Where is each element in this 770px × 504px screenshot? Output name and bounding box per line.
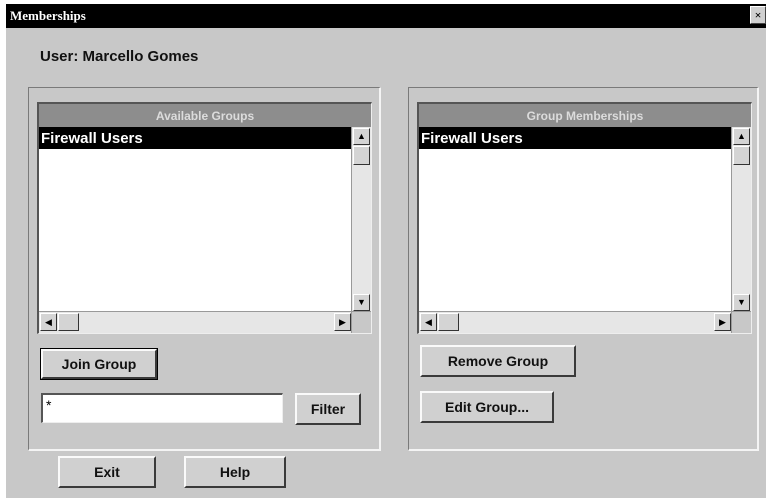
title-bar[interactable]: Memberships × <box>6 4 766 28</box>
horizontal-scrollbar[interactable]: ◀ ▶ <box>419 311 732 333</box>
filter-button[interactable]: Filter <box>295 393 361 425</box>
horizontal-scrollbar[interactable]: ◀ ▶ <box>39 311 352 333</box>
scroll-down-icon[interactable]: ▼ <box>733 294 750 311</box>
vertical-scrollbar[interactable]: ▲ ▼ <box>731 127 751 312</box>
list-item[interactable]: Firewall Users <box>39 127 352 149</box>
window-title: Memberships <box>10 8 86 23</box>
scroll-thumb[interactable] <box>353 146 370 165</box>
scroll-thumb[interactable] <box>58 313 79 331</box>
close-icon[interactable]: × <box>750 6 766 24</box>
scroll-up-icon[interactable]: ▲ <box>353 128 370 145</box>
join-group-button[interactable]: Join Group <box>40 348 158 380</box>
scroll-thumb[interactable] <box>733 146 750 165</box>
user-label: User: Marcello Gomes <box>40 48 199 65</box>
help-button[interactable]: Help <box>184 456 286 488</box>
scroll-corner <box>731 311 751 333</box>
scroll-thumb[interactable] <box>438 313 459 331</box>
vertical-scrollbar[interactable]: ▲ ▼ <box>351 127 371 312</box>
group-memberships-listbox[interactable]: Group Memberships Firewall Users ▲ ▼ ◀ ▶ <box>417 102 752 334</box>
memberships-window: Memberships × User: Marcello Gomes Avail… <box>6 4 766 498</box>
list-item[interactable]: Firewall Users <box>419 127 732 149</box>
available-groups-header: Available Groups <box>39 104 371 127</box>
group-memberships-panel: Group Memberships Firewall Users ▲ ▼ ◀ ▶… <box>408 87 759 451</box>
scroll-right-icon[interactable]: ▶ <box>334 313 351 331</box>
available-groups-listbox[interactable]: Available Groups Firewall Users ▲ ▼ ◀ ▶ <box>37 102 372 334</box>
remove-group-button[interactable]: Remove Group <box>420 345 576 377</box>
filter-input[interactable]: * <box>41 393 283 423</box>
available-groups-panel: Available Groups Firewall Users ▲ ▼ ◀ ▶ … <box>28 87 381 451</box>
scroll-left-icon[interactable]: ◀ <box>420 313 437 331</box>
exit-button[interactable]: Exit <box>58 456 156 488</box>
scroll-right-icon[interactable]: ▶ <box>714 313 731 331</box>
edit-group-button[interactable]: Edit Group... <box>420 391 554 423</box>
scroll-up-icon[interactable]: ▲ <box>733 128 750 145</box>
scroll-left-icon[interactable]: ◀ <box>40 313 57 331</box>
scroll-corner <box>351 311 371 333</box>
group-memberships-header: Group Memberships <box>419 104 751 127</box>
scroll-down-icon[interactable]: ▼ <box>353 294 370 311</box>
